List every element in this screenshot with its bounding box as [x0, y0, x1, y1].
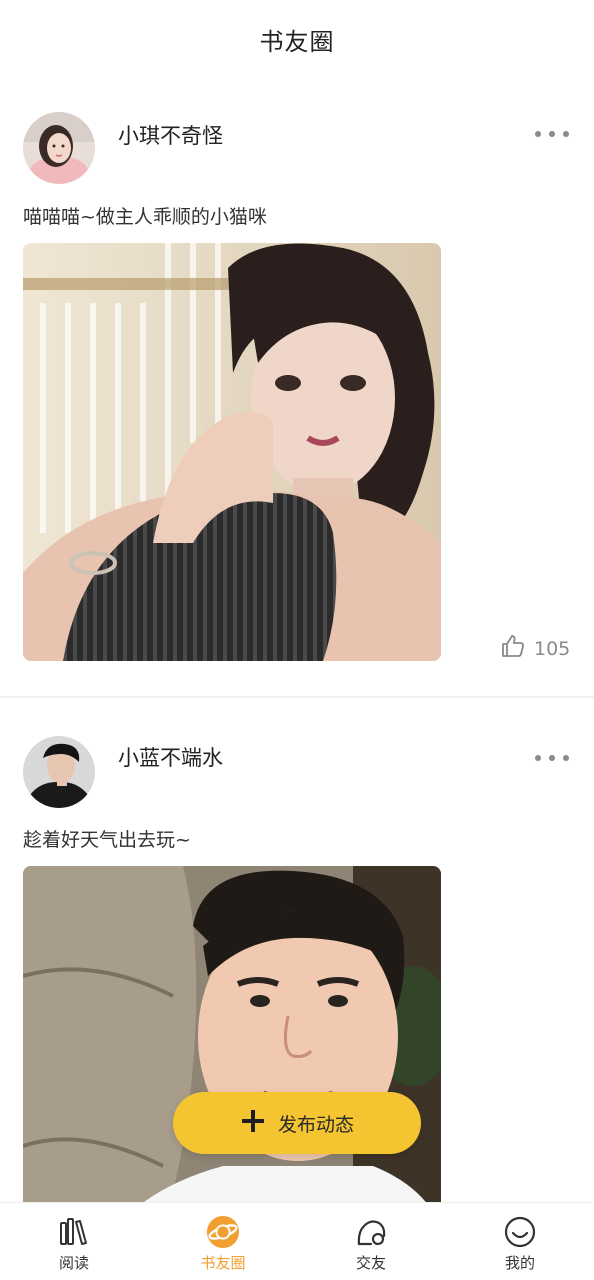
tab-read[interactable]: 阅读 [14, 1203, 134, 1280]
tab-label: 交友 [355, 1254, 386, 1272]
publish-post-label: 发布动态 [277, 1113, 354, 1136]
avatar[interactable] [23, 112, 95, 184]
tab-label: 阅读 [58, 1254, 89, 1272]
author-name[interactable]: 小蓝不端水 [118, 742, 223, 772]
page-title: 书友圈 [259, 27, 335, 56]
tab-make-friends[interactable]: 交友 [311, 1203, 431, 1280]
dot [535, 131, 541, 137]
tab-label: 书友圈 [200, 1254, 246, 1272]
avatar[interactable] [23, 736, 95, 808]
dot [549, 131, 555, 137]
post-text: 喵喵喵~做主人乖顺的小猫咪 [23, 206, 267, 228]
post-photo[interactable] [23, 243, 441, 661]
planet-icon [206, 1215, 240, 1249]
tab-mine[interactable]: 我的 [460, 1203, 580, 1280]
more-options-button[interactable] [532, 122, 572, 146]
bottom-tab-bar: 阅读 书友圈 交友 我的 [0, 1202, 594, 1280]
bookshelf-icon [57, 1215, 91, 1249]
post-text: 趁着好天气出去玩~ [23, 829, 191, 851]
dot [563, 131, 569, 137]
friends-icon [354, 1215, 388, 1249]
dot [563, 755, 569, 761]
tab-label: 我的 [504, 1254, 535, 1272]
post-feed[interactable]: 小琪不奇怪 喵喵喵~做主人乖顺的小猫咪 105 小蓝不端水 趁着好天气出去玩~ [0, 78, 594, 1202]
like-count: 105 [534, 637, 571, 660]
tab-book-circle[interactable]: 书友圈 [163, 1203, 283, 1280]
like-button[interactable]: 105 [500, 633, 570, 664]
thumbs-up-icon [500, 633, 526, 664]
app-screen: 书友圈 小琪不奇怪 喵喵喵~做主人乖顺的小猫咪 105 小蓝不端水 趁着好天气出… [0, 0, 594, 1280]
post-card: 小琪不奇怪 喵喵喵~做主人乖顺的小猫咪 105 [0, 78, 594, 698]
more-options-button[interactable] [532, 746, 572, 770]
top-bar: 书友圈 [0, 0, 594, 78]
dot [549, 755, 555, 761]
smile-icon [503, 1215, 537, 1249]
plus-icon [240, 1108, 266, 1138]
dot [535, 755, 541, 761]
publish-post-button[interactable]: 发布动态 [173, 1092, 421, 1154]
author-name[interactable]: 小琪不奇怪 [118, 120, 223, 150]
